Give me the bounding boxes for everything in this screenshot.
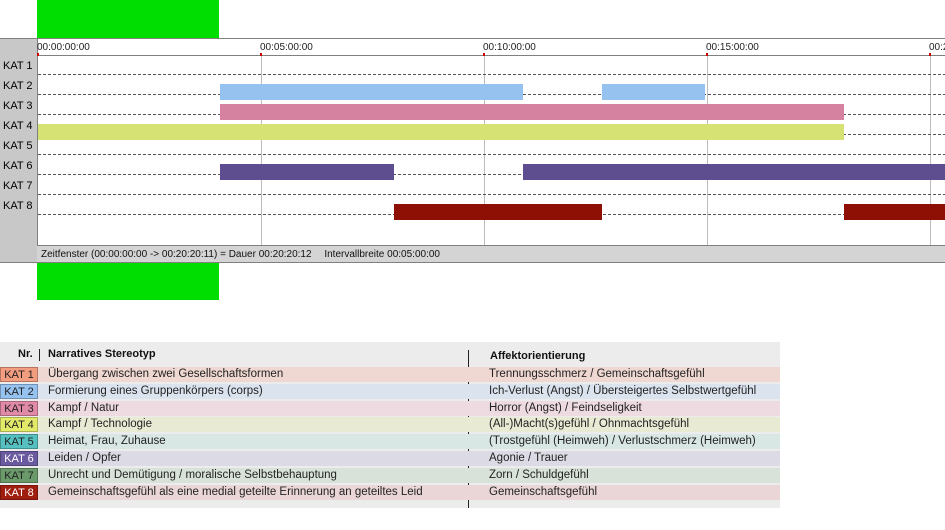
legend-affect: (All-)Macht(s)gefühl / Ohnmachtsgefühl [489, 418, 690, 431]
category-label: KAT 8 [3, 200, 33, 212]
time-ruler[interactable]: 00:00:00:00 00:05:00:00 00:10:00:00 00:15:0… [37, 39, 945, 56]
legend-key-swatch: KAT 7 [0, 467, 38, 483]
legend-header-nr: Nr. [18, 348, 33, 360]
green-marker-bottom [37, 263, 219, 300]
legend-key-swatch: KAT 4 [0, 417, 38, 433]
legend-narrative: Heimat, Frau, Zuhause [48, 435, 166, 448]
status-interval-text: Intervallbreite 00:05:00:00 [324, 249, 440, 260]
legend-header-divider [39, 349, 40, 361]
segment-bar[interactable] [523, 164, 945, 180]
tick-label: 00:2 [929, 42, 945, 53]
segment-bar[interactable] [219, 104, 844, 120]
legend-key-swatch: KAT 3 [0, 400, 38, 416]
legend-row: KAT 6 Leiden / Opfer Agonie / Trauer [0, 451, 780, 466]
category-label: KAT 2 [3, 80, 33, 92]
legend-key-swatch: KAT 8 [0, 484, 38, 500]
tick-label: 00:15:00:00 [706, 42, 759, 53]
tick-mark [37, 53, 39, 56]
legend-narrative: Leiden / Opfer [48, 452, 121, 464]
segment-bar[interactable] [219, 164, 394, 180]
legend-row: KAT 5 Heimat, Frau, Zuhause (Trostgefühl (… [0, 434, 780, 450]
status-window-text: Zeitfenster (00:00:00:00 -> 00:20:20:11)… [41, 249, 312, 260]
legend-affect: Gemeinschaftsgefühl [489, 485, 598, 498]
legend-row: KAT 1 Übergang zwischen zwei Gesellschaft… [0, 367, 780, 382]
tick-label: 00:00:00:00 [37, 42, 90, 53]
legend-header-narrative: Narratives Stereotyp [48, 348, 156, 360]
legend-narrative: Übergang zwischen zwei Gesellschaftsform… [48, 368, 284, 380]
legend-row: KAT 8 Gemeinschaftsgefühl als eine medial… [0, 484, 780, 500]
legend-narrative: Formierung eines Gruppenkörpers (corps) [48, 384, 263, 397]
timeline-panel[interactable]: KAT 1 KAT 2 KAT 3 KAT 4 KAT 5 KAT 6 KAT 7 KAT 8… [0, 38, 945, 263]
status-bar: Zeitfenster (00:00:00:00 -> 00:20:20:11)… [37, 245, 945, 262]
category-label: KAT 4 [3, 120, 33, 132]
segment-bar[interactable] [38, 124, 844, 140]
legend-row: KAT 2 Formierung eines Gruppenkörpers (co… [0, 383, 780, 399]
legend-narrative: Unrecht und Demütigung / moralische Selb… [48, 468, 337, 481]
legend-narrative: Kampf / Natur [48, 401, 119, 414]
legend-row: KAT 4 Kampf / Technologie (All-)Macht(s)ge… [0, 417, 780, 433]
green-marker-top [37, 0, 219, 38]
category-label: KAT 5 [3, 140, 33, 152]
segment-bar[interactable] [602, 84, 705, 100]
row-separator [38, 154, 945, 155]
legend-affect: Horror (Angst) / Feindseligkeit [489, 401, 642, 414]
legend-key-swatch: KAT 5 [0, 434, 38, 450]
legend-narrative: Kampf / Technologie [48, 418, 152, 431]
legend-key-swatch: KAT 1 [0, 367, 38, 382]
legend-row: KAT 3 Kampf / Natur Horror (Angst) / Feind… [0, 400, 780, 416]
legend-key-swatch: KAT 2 [0, 383, 38, 399]
tick-label: 00:10:00:00 [483, 42, 536, 53]
legend-header-affect: Affektorientierung [490, 350, 586, 362]
legend-affect: Ich-Verlust (Angst) / Übersteigertes Sel… [489, 384, 757, 397]
category-label: KAT 3 [3, 100, 33, 112]
legend-affect: Zorn / Schuldgefühl [489, 468, 589, 481]
legend-affect: (Trostgefühl (Heimweh) / Verlustschmerz … [489, 435, 756, 448]
category-label: KAT 1 [3, 60, 33, 72]
legend-table: Nr. Narratives Stereotyp Affektorientier… [0, 342, 780, 508]
legend-narrative: Gemeinschaftsgefühl als eine medial gete… [48, 485, 423, 498]
grid-line [707, 56, 708, 245]
row-separator [38, 194, 945, 195]
category-label: KAT 7 [3, 180, 33, 192]
segment-bar[interactable] [219, 84, 524, 100]
category-label: KAT 6 [3, 160, 33, 172]
legend-affect: Trennungsschmerz / Gemeinschaftsgefühl [489, 368, 705, 380]
legend-affect: Agonie / Trauer [489, 452, 568, 464]
legend-key-swatch: KAT 6 [0, 451, 38, 466]
row-separator [38, 74, 945, 75]
segment-bar[interactable] [393, 204, 603, 220]
segment-bar[interactable] [843, 204, 945, 220]
timeline-plot[interactable]: 00:00:00:00 00:05:00:00 00:10:00:00 00:15:0… [37, 39, 945, 245]
legend-row: KAT 7 Unrecht und Demütigung / moralische… [0, 467, 780, 483]
tick-label: 00:05:00:00 [260, 42, 313, 53]
